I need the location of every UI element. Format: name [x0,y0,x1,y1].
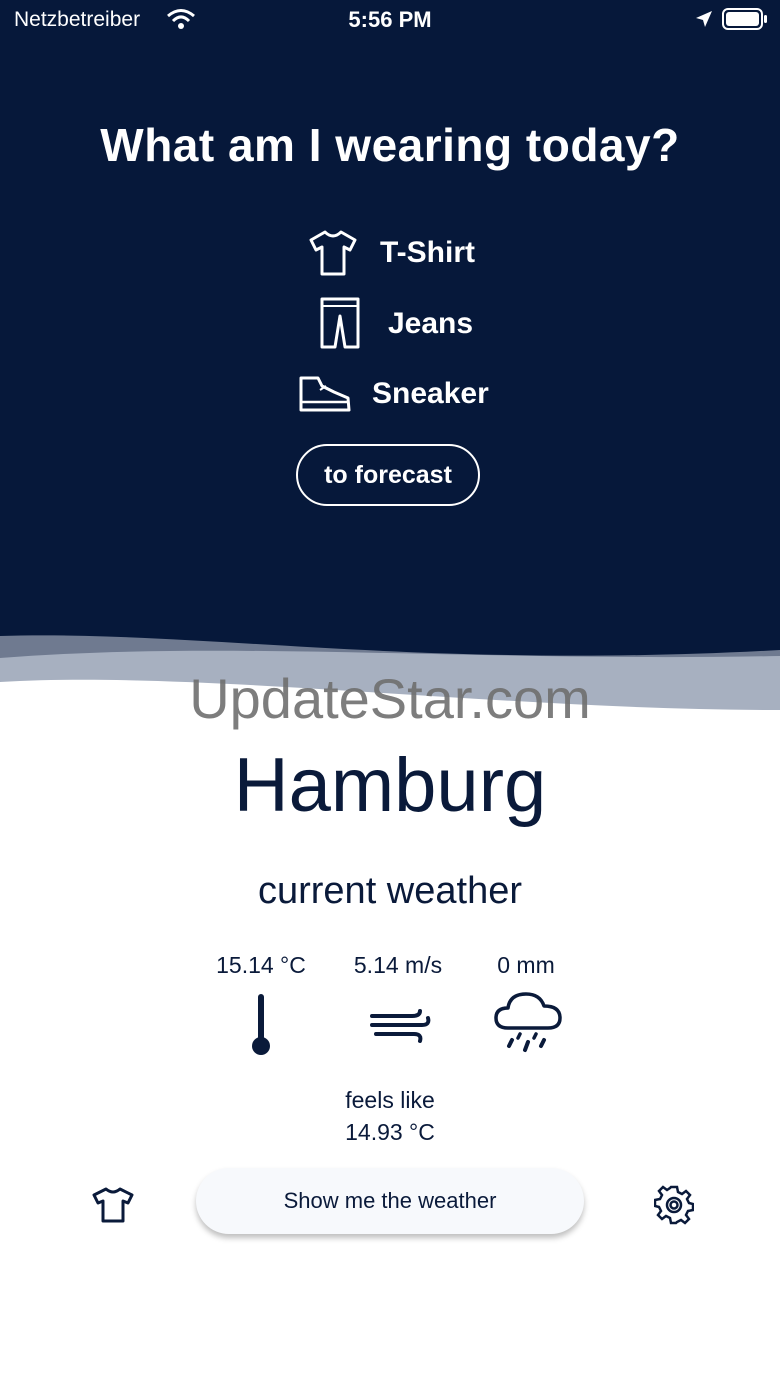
outfit-label: T-Shirt [380,236,475,269]
temperature-value: 15.14 °C [216,952,306,978]
tshirt-icon [309,230,357,276]
thermometer-icon [252,994,270,1055]
sneaker-icon [299,376,351,412]
gear-icon[interactable] [654,1185,694,1225]
outfit-label: Sneaker [372,377,489,410]
watermark: UpdateStar.com [189,667,591,730]
to-forecast-button[interactable]: to forecast [296,444,480,506]
precipitation-value: 0 mm [497,952,555,978]
outfit-item-tshirt: T-Shirt [0,223,780,283]
page-title: What am I wearing today? [100,119,680,171]
status-bar: Netzbetreiber 5:56 PM [0,0,780,40]
show-weather-button[interactable]: Show me the weather [196,1168,584,1234]
jeans-icon [320,297,360,349]
battery-icon [722,8,767,30]
outfit-label: Jeans [388,307,474,340]
feels-like-label: feels like [345,1087,435,1113]
wind-icon [370,1009,431,1043]
feels-like-value: 14.93 °C [345,1119,435,1145]
weather-subtitle: current weather [257,870,522,912]
tshirt-icon[interactable] [92,1186,134,1224]
outfit-item-sneaker: Sneaker [0,364,780,424]
location-arrow-icon [696,11,712,27]
city-name: Hamburg [233,743,547,828]
outfit-item-jeans: Jeans [0,294,780,354]
status-time: 5:56 PM [348,7,432,32]
rain-cloud-icon [494,992,562,1052]
